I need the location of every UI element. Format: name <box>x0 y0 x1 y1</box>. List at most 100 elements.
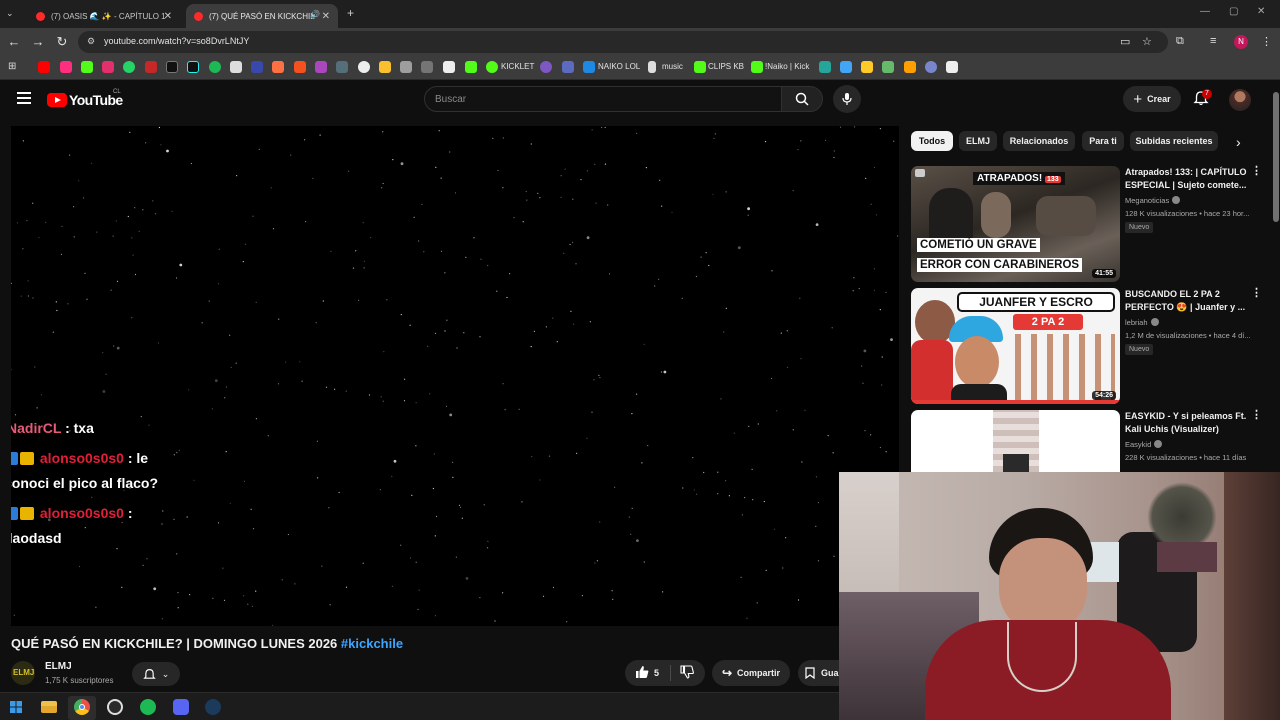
bookmark-clips-kb[interactable]: CLIPS KB <box>708 62 744 71</box>
forward-arrow-icon[interactable]: → <box>30 34 46 50</box>
voice-search-button[interactable] <box>833 85 861 113</box>
reload-icon[interactable]: ↻ <box>54 34 70 50</box>
recommendation-channel[interactable]: Meganoticias <box>1125 196 1181 205</box>
youtube-logo[interactable]: YouTube <box>47 92 123 108</box>
bookmark-naiko-lol[interactable]: NAIKO LOL <box>598 62 640 71</box>
menu-icon[interactable] <box>17 92 31 104</box>
twitch-bookmark-icon[interactable] <box>60 61 72 73</box>
naiko-bookmark-icon[interactable] <box>583 61 595 73</box>
chip-para-ti[interactable]: Para ti <box>1082 131 1124 151</box>
bookmark-icon[interactable] <box>315 61 327 73</box>
bookmark-icon[interactable] <box>861 61 873 73</box>
spotify-bookmark-icon[interactable] <box>209 61 221 73</box>
bookmark-icon[interactable] <box>379 61 391 73</box>
more-options-icon[interactable]: ⋮ <box>1251 410 1262 421</box>
bookmark-icon[interactable] <box>251 61 263 73</box>
bookmark-icon[interactable] <box>294 61 306 73</box>
bookmark-star-icon[interactable]: ☆ <box>1142 35 1152 48</box>
whatsapp-bookmark-icon[interactable] <box>123 61 135 73</box>
bookmark-icon[interactable] <box>145 61 157 73</box>
media-controls-icon[interactable]: ≡ <box>1210 35 1216 47</box>
back-arrow-icon[interactable]: ← <box>6 34 22 50</box>
search-input[interactable]: Buscar <box>424 86 782 112</box>
bookmark-kicklet[interactable]: KICKLET <box>501 62 534 71</box>
kicklet-bookmark-icon[interactable] <box>486 61 498 73</box>
dislike-button[interactable] <box>680 665 694 682</box>
bookmark-icon[interactable] <box>230 61 242 73</box>
recommendation-title[interactable]: BUSCANDO EL 2 PA 2 PERFECTO 😍 | Juanfer … <box>1125 288 1247 314</box>
recommendation-channel[interactable]: lebriah <box>1125 318 1159 327</box>
clips-bookmark-icon[interactable] <box>694 61 706 73</box>
account-avatar[interactable] <box>1229 89 1251 111</box>
recommendation-channel[interactable]: Easykid <box>1125 440 1163 449</box>
hashtag-link[interactable]: #kickchile <box>341 636 403 651</box>
share-button[interactable]: ↪ Compartir <box>712 660 790 686</box>
more-options-icon[interactable]: ⋮ <box>1251 288 1262 299</box>
url-text[interactable]: youtube.com/watch?v=so8DvrLNtJY <box>104 36 249 46</box>
new-tab-button[interactable]: + <box>347 6 354 20</box>
bookmark-icon[interactable] <box>400 61 412 73</box>
address-bar[interactable]: ⚙ youtube.com/watch?v=so8DvrLNtJY <box>78 31 1168 53</box>
file-explorer-icon[interactable] <box>41 701 57 713</box>
page-scrollbar-thumb[interactable] <box>1273 92 1279 222</box>
bookmark-icon[interactable] <box>562 61 574 73</box>
bookmark-icon[interactable] <box>882 61 894 73</box>
chip-subidas-recientes[interactable]: Subidas recientes <box>1130 131 1218 151</box>
recommendation-title[interactable]: Atrapados! 133: | CAPÍTULO ESPECIAL | Su… <box>1125 166 1247 192</box>
youtube-bookmark-icon[interactable] <box>38 61 50 73</box>
profile-avatar[interactable]: N <box>1234 35 1248 49</box>
video-thumbnail[interactable]: JUANFER Y ESCRO 2 PA 2 54:26 <box>911 288 1120 404</box>
music-bookmark-icon[interactable] <box>648 61 656 73</box>
recommendation-item[interactable]: JUANFER Y ESCRO 2 PA 2 54:26 BUSCANDO EL… <box>911 288 1263 406</box>
bookmark-icon[interactable] <box>840 61 852 73</box>
site-info-icon[interactable]: ⚙ <box>87 36 95 47</box>
more-menu-icon[interactable]: ⋮ <box>1261 35 1272 48</box>
bookmark-icon[interactable] <box>421 61 433 73</box>
like-button[interactable] <box>635 665 649 682</box>
chip-todos[interactable]: Todos <box>911 131 953 151</box>
close-tab-icon[interactable]: ✕ <box>322 11 330 22</box>
windows-start-icon[interactable] <box>10 699 26 715</box>
channel-avatar[interactable]: ELMJ <box>11 661 35 685</box>
bookmark-icon[interactable] <box>443 61 455 73</box>
speaker-icon[interactable]: 🔊 <box>310 10 320 19</box>
chevron-right-icon[interactable]: › <box>1236 134 1241 150</box>
spotify-icon[interactable] <box>140 699 156 715</box>
bookmark-icon[interactable] <box>925 61 937 73</box>
bookmark-icon[interactable] <box>819 61 831 73</box>
video-thumbnail[interactable]: ATRAPADOS! 133 COMETIÓ UN GRAVE ERROR CO… <box>911 166 1120 282</box>
apps-grid-icon[interactable]: ⊞ <box>8 61 20 73</box>
search-button[interactable] <box>781 86 823 112</box>
close-window-icon[interactable]: ✕ <box>1257 6 1265 17</box>
bookmark-naiko-kick[interactable]: !Naiko | Kick <box>765 62 809 71</box>
bookmark-icon[interactable] <box>946 61 958 73</box>
recommendation-title[interactable]: EASYKID - Y si peleamos Ft. Kali Uchis (… <box>1125 410 1247 436</box>
discord-icon[interactable] <box>173 699 189 715</box>
channel-name[interactable]: ELMJ <box>45 661 72 672</box>
x-bookmark-icon[interactable] <box>166 61 178 73</box>
more-options-icon[interactable]: ⋮ <box>1251 166 1262 177</box>
tiktok-bookmark-icon[interactable] <box>187 61 199 73</box>
bookmark-icon[interactable] <box>904 61 916 73</box>
tab-kickchile[interactable]: (7) QUÉ PASÓ EN KICKCHIL 🔊 ✕ <box>186 4 338 28</box>
close-tab-icon[interactable]: ✕ <box>164 11 172 22</box>
video-player[interactable]: NadirCL : txa alonso0s0s0 : le conoci el… <box>11 126 899 626</box>
bookmark-music[interactable]: music <box>662 62 683 71</box>
subscription-bell-button[interactable]: ⌄ <box>132 662 180 686</box>
steam-icon[interactable] <box>205 699 221 715</box>
recommendation-item[interactable]: ATRAPADOS! 133 COMETIÓ UN GRAVE ERROR CO… <box>911 166 1263 284</box>
minimize-icon[interactable]: — <box>1200 6 1210 17</box>
cast-icon[interactable]: ▭ <box>1120 35 1130 48</box>
obs-icon[interactable] <box>107 699 123 715</box>
kick-bookmark-icon[interactable] <box>81 61 93 73</box>
tab-oasis[interactable]: (7) OASIS 🌊 ✨ - CAPÍTULO 1 ✕ <box>28 4 180 28</box>
chip-elmj[interactable]: ELMJ <box>959 131 997 151</box>
bookmark-icon[interactable] <box>358 61 370 73</box>
instagram-bookmark-icon[interactable] <box>102 61 114 73</box>
bookmark-icon[interactable] <box>336 61 348 73</box>
maximize-icon[interactable]: ▢ <box>1229 6 1238 17</box>
create-button[interactable]: + Crear <box>1123 86 1181 112</box>
chip-relacionados[interactable]: Relacionados <box>1003 131 1075 151</box>
bookmark-icon[interactable] <box>272 61 284 73</box>
tab-search-icon[interactable]: ⌄ <box>6 8 14 19</box>
